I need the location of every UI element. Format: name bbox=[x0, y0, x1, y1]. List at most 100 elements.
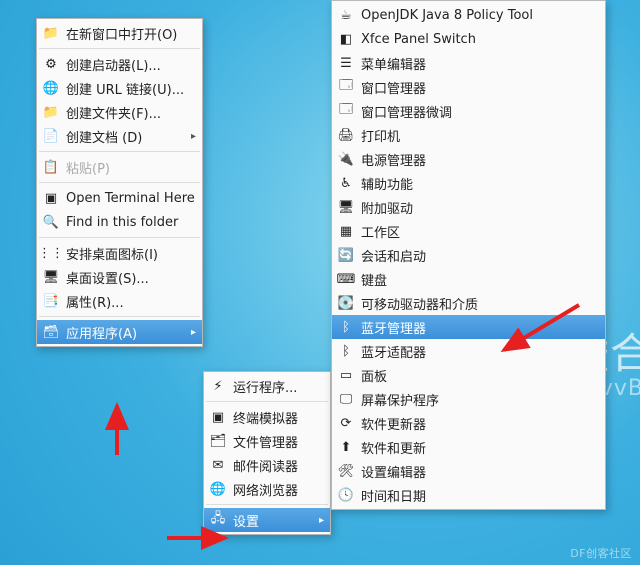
label: 工作区 bbox=[361, 222, 400, 241]
separator bbox=[39, 48, 200, 49]
date-time-item[interactable]: 🕓 时间和日期 bbox=[332, 483, 605, 507]
web-browser-item[interactable]: 🌐 网络浏览器 bbox=[204, 477, 330, 501]
applications-item[interactable]: 🗃 应用程序(A) bbox=[37, 320, 202, 344]
keyboard-icon: ⌨ bbox=[338, 271, 354, 287]
label: 辅助功能 bbox=[361, 174, 413, 193]
label: 电源管理器 bbox=[361, 150, 426, 169]
label: 在新窗口中打开(O) bbox=[66, 24, 177, 43]
label: 附加驱动 bbox=[361, 198, 413, 217]
menu-editor-icon: ☰ bbox=[338, 55, 354, 71]
label: 蓝牙适配器 bbox=[361, 342, 426, 361]
xfce-panel-switch-item[interactable]: ◧ Xfce Panel Switch bbox=[332, 27, 605, 51]
software-updater-item[interactable]: ⟳ 软件更新器 bbox=[332, 411, 605, 435]
removable-drives-item[interactable]: 💽 可移动驱动器和介质 bbox=[332, 291, 605, 315]
create-url-item[interactable]: 🌐 创建 URL 链接(U)... bbox=[37, 76, 202, 100]
create-document-item[interactable]: 📄 创建文档 (D) bbox=[37, 124, 202, 148]
bluetooth-adapters-item[interactable]: ᛒ 蓝牙适配器 bbox=[332, 339, 605, 363]
label: 软件和更新 bbox=[361, 438, 426, 457]
panel-icon: ▭ bbox=[338, 367, 354, 383]
software-updates-item[interactable]: ⬆ 软件和更新 bbox=[332, 435, 605, 459]
label: 设置编辑器 bbox=[361, 462, 426, 481]
desktop-icon: 🖥 bbox=[43, 269, 59, 285]
open-terminal-item[interactable]: ▣ Open Terminal Here bbox=[37, 186, 202, 210]
label: 桌面设置(S)... bbox=[66, 268, 149, 287]
separator bbox=[206, 401, 328, 402]
updater-icon: ⟳ bbox=[338, 415, 354, 431]
separator bbox=[39, 237, 200, 238]
label: 窗口管理器微调 bbox=[361, 102, 452, 121]
find-in-folder-item[interactable]: 🔍 Find in this folder bbox=[37, 210, 202, 234]
watermark-text: DF创客社区 bbox=[570, 545, 632, 561]
mail-reader-item[interactable]: ✉ 邮件阅读器 bbox=[204, 453, 330, 477]
java-icon: ☕ bbox=[338, 7, 354, 23]
session-startup-item[interactable]: 🔄 会话和启动 bbox=[332, 243, 605, 267]
applications-icon: 🗃 bbox=[43, 324, 59, 340]
paste-icon: 📋 bbox=[43, 159, 59, 175]
workspaces-icon: ▦ bbox=[338, 223, 354, 239]
file-manager-item[interactable]: 🗂 文件管理器 bbox=[204, 429, 330, 453]
applications-submenu: ⚡ 运行程序... ▣ 终端模拟器 🗂 文件管理器 ✉ 邮件阅读器 🌐 网络浏览… bbox=[203, 371, 331, 535]
bluetooth-manager-item[interactable]: ᛒ 蓝牙管理器 bbox=[332, 315, 605, 339]
settings-editor-item[interactable]: 🛠 设置编辑器 bbox=[332, 459, 605, 483]
label: 属性(R)... bbox=[66, 292, 124, 311]
new-folder-icon: 📁 bbox=[43, 104, 59, 120]
bluetooth-icon: ᛒ bbox=[338, 319, 354, 335]
settings-submenu: ☕ OpenJDK Java 8 Policy Tool ◧ Xfce Pane… bbox=[331, 0, 606, 510]
label: Find in this folder bbox=[66, 215, 178, 230]
label: 时间和日期 bbox=[361, 486, 426, 505]
window-manager-tweaks-item[interactable]: 🗔 窗口管理器微调 bbox=[332, 99, 605, 123]
label: 应用程序(A) bbox=[66, 323, 137, 342]
label: 粘贴(P) bbox=[66, 158, 110, 177]
menu-editor-item[interactable]: ☰ 菜单编辑器 bbox=[332, 51, 605, 75]
window-tweaks-icon: 🗔 bbox=[338, 103, 354, 119]
properties-icon: 📑 bbox=[43, 293, 59, 309]
openjdk-item[interactable]: ☕ OpenJDK Java 8 Policy Tool bbox=[332, 3, 605, 27]
accessibility-icon: ♿ bbox=[338, 175, 354, 191]
launcher-icon: ⚙ bbox=[43, 56, 59, 72]
create-launcher-item[interactable]: ⚙ 创建启动器(L)... bbox=[37, 52, 202, 76]
separator bbox=[39, 316, 200, 317]
power-icon: 🔌 bbox=[338, 151, 354, 167]
screensaver-item[interactable]: 🖵 屏幕保护程序 bbox=[332, 387, 605, 411]
new-document-icon: 📄 bbox=[43, 128, 59, 144]
drive-icon: 💽 bbox=[338, 295, 354, 311]
label: 软件更新器 bbox=[361, 414, 426, 433]
power-manager-item[interactable]: 🔌 电源管理器 bbox=[332, 147, 605, 171]
label: 运行程序... bbox=[233, 377, 297, 396]
window-icon: 🗔 bbox=[338, 79, 354, 95]
label: 创建文档 (D) bbox=[66, 127, 142, 146]
arrange-icons-item[interactable]: ⋮⋮ 安排桌面图标(I) bbox=[37, 241, 202, 265]
panel-switch-icon: ◧ bbox=[338, 31, 354, 47]
paste-item: 📋 粘贴(P) bbox=[37, 155, 202, 179]
folder-icon: 📁 bbox=[43, 25, 59, 41]
open-new-window-item[interactable]: 📁 在新窗口中打开(O) bbox=[37, 21, 202, 45]
settings-item[interactable]: 🖧 设置 bbox=[204, 508, 330, 532]
printers-item[interactable]: 🖨 打印机 bbox=[332, 123, 605, 147]
session-icon: 🔄 bbox=[338, 247, 354, 263]
panel-item[interactable]: ▭ 面板 bbox=[332, 363, 605, 387]
additional-drivers-item[interactable]: 🖥 附加驱动 bbox=[332, 195, 605, 219]
updates-icon: ⬆ bbox=[338, 439, 354, 455]
workspaces-item[interactable]: ▦ 工作区 bbox=[332, 219, 605, 243]
browser-icon: 🌐 bbox=[210, 481, 226, 497]
separator bbox=[39, 182, 200, 183]
run-program-item[interactable]: ⚡ 运行程序... bbox=[204, 374, 330, 398]
terminal-emulator-item[interactable]: ▣ 终端模拟器 bbox=[204, 405, 330, 429]
label: 蓝牙管理器 bbox=[361, 318, 426, 337]
properties-item[interactable]: 📑 属性(R)... bbox=[37, 289, 202, 313]
label: 终端模拟器 bbox=[233, 408, 298, 427]
label: Open Terminal Here bbox=[66, 191, 195, 206]
label: Xfce Panel Switch bbox=[361, 32, 476, 47]
desktop-settings-item[interactable]: 🖥 桌面设置(S)... bbox=[37, 265, 202, 289]
keyboard-item[interactable]: ⌨ 键盘 bbox=[332, 267, 605, 291]
printer-icon: 🖨 bbox=[338, 127, 354, 143]
desktop-context-menu: 📁 在新窗口中打开(O) ⚙ 创建启动器(L)... 🌐 创建 URL 链接(U… bbox=[36, 18, 203, 347]
label: 创建启动器(L)... bbox=[66, 55, 161, 74]
label: 键盘 bbox=[361, 270, 387, 289]
file-manager-icon: 🗂 bbox=[210, 433, 226, 449]
create-folder-item[interactable]: 📁 创建文件夹(F)... bbox=[37, 100, 202, 124]
label: 创建文件夹(F)... bbox=[66, 103, 161, 122]
label: 面板 bbox=[361, 366, 387, 385]
window-manager-item[interactable]: 🗔 窗口管理器 bbox=[332, 75, 605, 99]
accessibility-item[interactable]: ♿ 辅助功能 bbox=[332, 171, 605, 195]
